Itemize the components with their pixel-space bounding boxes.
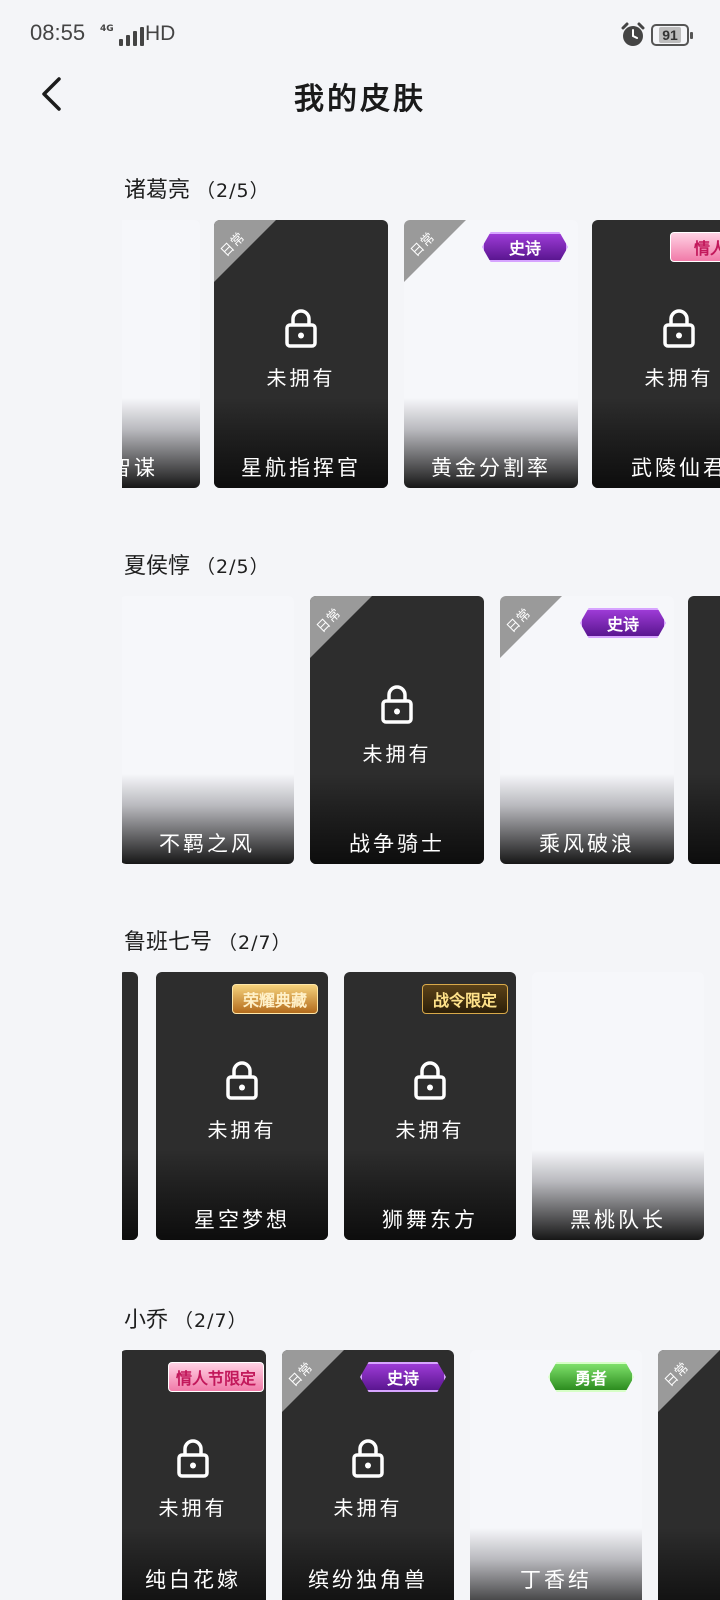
lock-icon	[381, 685, 413, 724]
skin-name: 黑桃队长	[570, 1208, 666, 1232]
lock-status: 未拥有	[158, 1496, 228, 1520]
ribbon-tag: 日常	[658, 1350, 720, 1412]
status-time: 08:55	[30, 20, 86, 45]
skin-name: 狮舞东方	[382, 1208, 478, 1232]
skin-count: （2/5）	[196, 180, 270, 202]
ribbon-tag: 日常	[404, 220, 466, 282]
section-title: 小乔 （2/7）	[124, 1302, 248, 1334]
skin-card[interactable]: 日常 史诗 乘风破浪	[500, 596, 674, 864]
hero-name: 诸葛亮	[124, 178, 191, 203]
section-title: 诸葛亮 （2/5）	[124, 172, 270, 204]
skin-row[interactable]: 情人节限定 未拥有 纯白花嫁 日常 史诗 未拥有 缤纷独角兽 勇者 丁香结 日常	[122, 1350, 720, 1600]
skin-card[interactable]: 黑桃队长	[532, 972, 704, 1240]
skin-card[interactable]: 不羁之风	[122, 596, 294, 864]
battery-icon: 91	[651, 24, 693, 46]
skin-name: 不羁之风	[159, 832, 255, 856]
skin-count: （2/7）	[218, 932, 292, 954]
epic-badge: 史诗	[580, 608, 666, 638]
section-title: 夏侯惇 （2/5）	[124, 548, 270, 580]
network-type: 4G	[100, 24, 114, 34]
glory-badge: 荣耀典藏	[232, 984, 319, 1014]
brave-badge: 勇者	[548, 1362, 634, 1392]
signal-icon: 4G	[100, 24, 144, 46]
section-title: 鲁班七号 （2/7）	[124, 924, 292, 956]
skin-card[interactable]: 勇者 丁香结	[470, 1350, 642, 1600]
valentine-badge: 情人节	[670, 232, 720, 262]
epic-badge: 史诗	[482, 232, 568, 262]
skin-card[interactable]: 情人节 未拥有 武陵仙君	[592, 220, 720, 488]
skin-name: 武陵仙君	[631, 456, 720, 480]
page-title: 我的皮肤	[294, 82, 426, 117]
skin-row[interactable]: 智谋 日常 未拥有 星航指挥官 日常 史诗 黄金分割率 情人节 未拥有 武陵仙君	[122, 220, 720, 488]
skin-name: 战争骑士	[349, 832, 445, 856]
skin-card[interactable]: 日常 史诗 黄金分割率	[404, 220, 578, 488]
skin-name: 丁香结	[520, 1568, 592, 1592]
lock-status: 未拥有	[362, 742, 432, 766]
skin-card[interactable]	[688, 596, 720, 864]
epic-badge: 史诗	[360, 1362, 446, 1392]
skin-name: 黄金分割率	[431, 456, 551, 480]
skin-count: （2/7）	[174, 1310, 248, 1332]
battle-pass-badge: 战令限定	[422, 984, 509, 1014]
valentine-badge: 情人节限定	[168, 1362, 264, 1392]
battery-level: 91	[659, 27, 681, 43]
skin-card[interactable]: 荣耀典藏 未拥有 星空梦想	[156, 972, 328, 1240]
skin-card[interactable]: 日常 史诗 未拥有 缤纷独角兽	[282, 1350, 454, 1600]
skin-card[interactable]: 日常 未拥有 战争骑士	[310, 596, 484, 864]
hd-indicator: HD	[145, 22, 176, 45]
alarm-icon	[621, 22, 645, 46]
skin-card[interactable]: 日常 未拥有 星航指挥官	[214, 220, 388, 488]
lock-status: 未拥有	[207, 1118, 277, 1142]
lock-status: 未拥有	[395, 1118, 465, 1142]
ribbon-tag: 日常	[500, 596, 562, 658]
skin-name: 缤纷独角兽	[308, 1568, 428, 1592]
skin-row[interactable]: 不羁之风 日常 未拥有 战争骑士 日常 史诗 乘风破浪	[122, 596, 720, 864]
skin-name: 乘风破浪	[539, 832, 635, 856]
status-bar: 08:55 4G HD 91	[0, 0, 720, 72]
lock-icon	[663, 309, 695, 348]
skin-card[interactable]: 日常	[658, 1350, 720, 1600]
skin-name: 智谋	[122, 456, 158, 480]
lock-status: 未拥有	[266, 366, 336, 390]
skin-name: 纯白花嫁	[145, 1568, 241, 1592]
skin-row[interactable]: 荣耀典藏 未拥有 星空梦想 战令限定 未拥有 狮舞东方 黑桃队长	[122, 972, 720, 1240]
skin-card[interactable]: 智谋	[122, 220, 200, 488]
skin-card[interactable]: 战令限定 未拥有 狮舞东方	[344, 972, 516, 1240]
skin-name: 星空梦想	[194, 1208, 290, 1232]
hero-name: 鲁班七号	[124, 930, 213, 955]
skin-name: 星航指挥官	[241, 456, 361, 480]
skin-card[interactable]: 情人节限定 未拥有 纯白花嫁	[122, 1350, 266, 1600]
ribbon-tag: 日常	[282, 1350, 344, 1412]
hero-name: 小乔	[124, 1308, 169, 1333]
lock-icon	[352, 1439, 384, 1478]
lock-icon	[285, 309, 317, 348]
lock-icon	[226, 1061, 258, 1100]
ribbon-tag: 日常	[214, 220, 276, 282]
skin-card[interactable]	[122, 972, 138, 1240]
lock-icon	[414, 1061, 446, 1100]
skin-count: （2/5）	[196, 556, 270, 578]
hero-name: 夏侯惇	[124, 554, 191, 579]
lock-icon	[177, 1439, 209, 1478]
ribbon-tag: 日常	[310, 596, 372, 658]
lock-status: 未拥有	[333, 1496, 403, 1520]
lock-status: 未拥有	[644, 366, 714, 390]
